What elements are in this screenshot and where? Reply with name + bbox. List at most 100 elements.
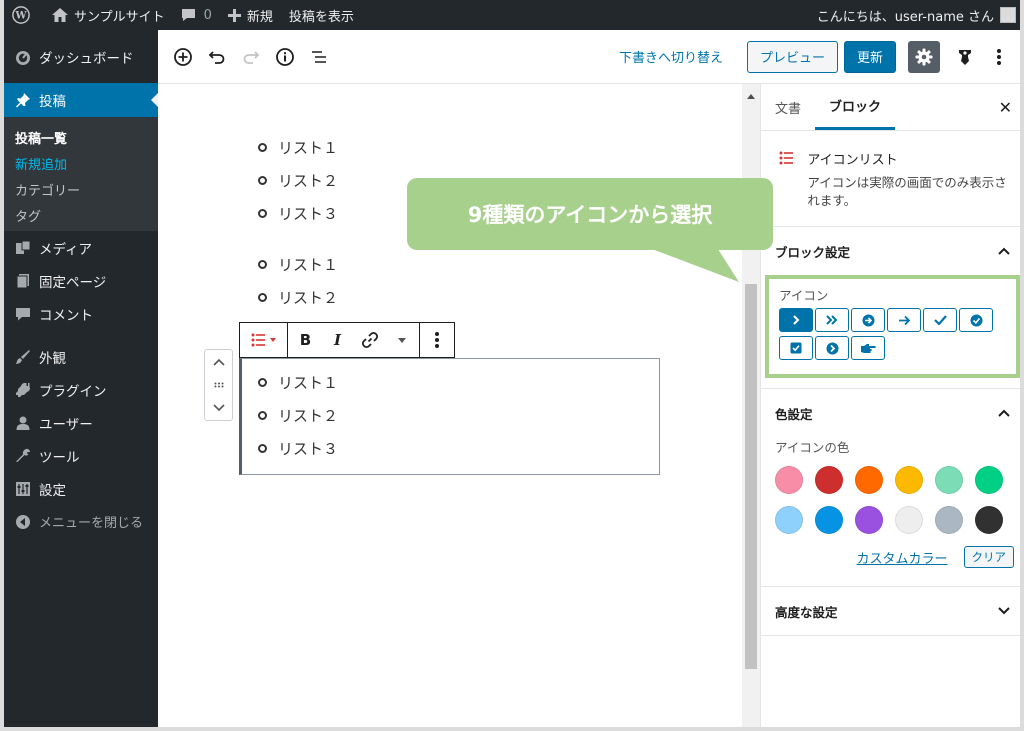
plugin-icon [13, 382, 33, 398]
clear-color-button[interactable]: クリア [963, 546, 1014, 569]
avatar [1000, 7, 1016, 23]
icon-option-pointing-hand[interactable] [851, 336, 885, 361]
comments-link[interactable]: 0 [173, 0, 220, 30]
outline-button[interactable] [302, 40, 336, 74]
color-swatch[interactable] [775, 466, 803, 495]
sidebar-item-appearance[interactable]: 外観 [4, 340, 158, 373]
more-formats-button[interactable] [386, 337, 418, 343]
block-type-switcher[interactable] [240, 323, 288, 357]
bold-button[interactable]: B [290, 331, 322, 349]
list-item[interactable]: リスト２ [258, 399, 338, 432]
color-swatch[interactable] [895, 506, 923, 535]
list-item[interactable]: リスト２ [258, 164, 338, 197]
icon-option-circle-check[interactable] [959, 308, 993, 333]
icon-color-label: アイコンの色 [775, 440, 850, 456]
circle-chevron-right-icon [826, 342, 838, 355]
color-swatch[interactable] [935, 466, 963, 495]
sidebar-separator [4, 73, 158, 83]
circle-bullet-icon [258, 411, 267, 420]
sidebar-item-settings[interactable]: 設定 [4, 472, 158, 505]
update-button[interactable]: 更新 [843, 40, 896, 73]
list-item[interactable]: リスト１ [258, 131, 338, 164]
switch-to-draft-button[interactable]: 下書きへ切り替え [619, 47, 723, 66]
sidebar-item-posts[interactable]: 投稿 [4, 83, 158, 117]
list-item[interactable]: リスト１ [258, 248, 338, 281]
sidebar-item-tools[interactable]: ツール [4, 439, 158, 472]
list-item[interactable]: リスト２ [258, 281, 338, 314]
editor-window: W サンプルサイト 0 新規 投稿を表示 こんにちは、user-name さん … [0, 0, 1024, 731]
block-options-button[interactable] [420, 323, 454, 357]
redo-button[interactable] [234, 40, 268, 74]
plugin-sidebar-button[interactable] [948, 40, 982, 74]
link-button[interactable] [354, 331, 386, 349]
scrollbar-thumb[interactable] [745, 284, 757, 669]
italic-button[interactable]: I [322, 331, 354, 349]
sidebar-collapse-menu[interactable]: メニューを閉じる [4, 505, 158, 538]
sidebar-item-users[interactable]: ユーザー [4, 406, 158, 439]
submenu-tags[interactable]: タグ [4, 201, 158, 227]
more-options-button[interactable] [982, 40, 1016, 74]
icon-option-square-check[interactable] [779, 336, 813, 361]
sidebar-label-users: ユーザー [39, 416, 93, 433]
gear-icon [915, 48, 933, 65]
view-post-link[interactable]: 投稿を表示 [281, 0, 362, 30]
color-swatch[interactable] [815, 466, 843, 495]
content-info-button[interactable] [268, 40, 302, 74]
circle-check-icon [970, 314, 982, 327]
drag-handle-icon[interactable] [214, 382, 224, 388]
advanced-settings-panel: 高度な設定 [761, 587, 1020, 637]
chevron-up-icon[interactable] [212, 358, 225, 366]
tab-document[interactable]: 文書 [761, 84, 815, 130]
scroll-up-arrow-icon[interactable] [747, 90, 755, 99]
submenu-add-new[interactable]: 新規追加 [4, 149, 158, 175]
list-item[interactable]: リスト３ [258, 432, 338, 465]
admin-bar: W サンプルサイト 0 新規 投稿を表示 こんにちは、user-name さん [4, 0, 1020, 30]
add-block-button[interactable] [166, 40, 200, 74]
redo-icon [243, 50, 260, 64]
icon-option-circle-arrow[interactable] [851, 308, 885, 333]
sidebar-item-pages[interactable]: 固定ページ [4, 264, 158, 297]
block-settings-toggle[interactable]: ブロック設定 [761, 227, 1020, 275]
my-account-link[interactable]: こんにちは、user-name さん [809, 0, 1020, 30]
icon-option-chevron[interactable] [779, 308, 813, 333]
sidebar-item-dashboard[interactable]: ダッシュボード [4, 40, 158, 73]
new-content-link[interactable]: 新規 [220, 0, 281, 30]
sidebar-item-comments[interactable]: コメント [4, 297, 158, 330]
color-swatch[interactable] [815, 506, 843, 535]
list-item[interactable]: リスト３ [258, 197, 338, 230]
color-settings-toggle[interactable]: 色設定 [761, 389, 1020, 437]
tab-block[interactable]: ブロック [815, 84, 896, 130]
custom-color-button[interactable]: カスタムカラー [856, 548, 947, 567]
close-icon[interactable]: ✕ [999, 98, 1012, 117]
icon-list-block-3[interactable]: リスト１ リスト２ リスト３ [258, 366, 338, 465]
chevron-down-icon[interactable] [212, 404, 225, 412]
submenu-categories[interactable]: カテゴリー [4, 175, 158, 201]
color-swatch[interactable] [855, 466, 883, 495]
preview-button[interactable]: プレビュー [746, 40, 838, 73]
color-swatch[interactable] [895, 466, 923, 495]
sidebar-item-media[interactable]: メディア [4, 231, 158, 264]
icon-option-check[interactable] [923, 308, 957, 333]
icon-list-block-2[interactable]: リスト１ リスト２ [258, 248, 338, 314]
undo-icon [208, 50, 225, 64]
color-swatch[interactable] [775, 506, 803, 535]
sidebar-label-appearance: 外観 [39, 350, 66, 367]
color-swatch[interactable] [975, 506, 1003, 535]
site-name-link[interactable]: サンプルサイト [44, 0, 173, 30]
block-card: アイコンリスト アイコンは実際の画面でのみ表示されます。 [761, 131, 1020, 228]
icon-list-block-1[interactable]: リスト１ リスト２ リスト３ [258, 131, 338, 230]
color-swatch[interactable] [935, 506, 963, 535]
list-item[interactable]: リスト１ [258, 366, 338, 399]
color-swatch[interactable] [855, 506, 883, 535]
icon-option-circle-chevron[interactable] [815, 336, 849, 361]
media-icon [13, 240, 33, 256]
settings-toggle-button[interactable] [908, 40, 940, 73]
icon-option-arrow[interactable] [887, 308, 921, 333]
submenu-all-posts[interactable]: 投稿一覧 [4, 123, 158, 149]
icon-option-double-chevron[interactable] [815, 308, 849, 333]
sidebar-item-plugins[interactable]: プラグイン [4, 373, 158, 406]
advanced-settings-toggle[interactable]: 高度な設定 [761, 587, 1020, 635]
wordpress-logo[interactable]: W [4, 0, 44, 30]
color-swatch[interactable] [975, 466, 1003, 495]
undo-button[interactable] [200, 40, 234, 74]
